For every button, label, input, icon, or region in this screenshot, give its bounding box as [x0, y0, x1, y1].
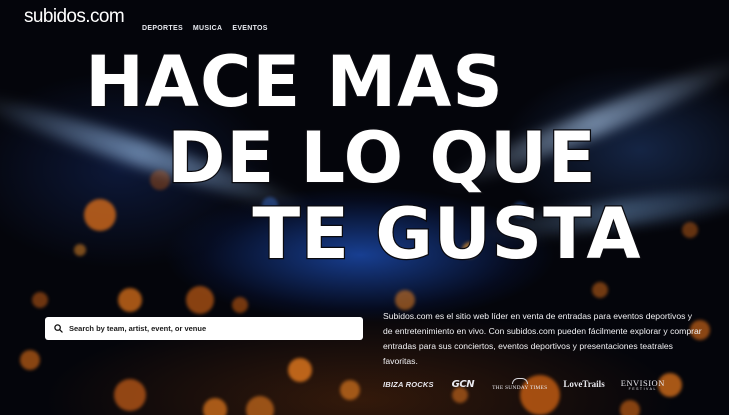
nav-item-musica[interactable]: MUSICA — [193, 25, 222, 32]
crest-icon — [511, 377, 528, 384]
bokeh-light — [20, 350, 40, 370]
search-input[interactable] — [69, 324, 359, 333]
partner-logos: IBIZA ROCKS GCN THE SUNDAY TIMES LoveTra… — [383, 376, 703, 392]
headline-line: HACE MAS — [84, 41, 504, 123]
bokeh-light — [186, 286, 214, 314]
search-icon — [54, 324, 63, 333]
partner-logo-sunday-times: THE SUNDAY TIMES — [492, 377, 548, 391]
bokeh-light — [203, 398, 227, 415]
nav-item-eventos[interactable]: EVENTOS — [232, 25, 267, 32]
site-description: Subidos.com es el sitio web líder en ven… — [383, 311, 702, 366]
hero-headline: HACE MAS DE LO QUE TE GUSTA — [0, 41, 729, 275]
nav-item-deportes[interactable]: DEPORTES — [142, 25, 183, 32]
search-bar[interactable] — [45, 317, 363, 340]
partner-logo-gcn: GCN — [451, 378, 475, 390]
bokeh-light — [288, 358, 312, 382]
headline-line: DE LO QUE — [166, 117, 597, 199]
bokeh-light — [246, 396, 274, 415]
bokeh-light — [232, 297, 248, 313]
main-nav: DEPORTES MUSICA EVENTOS — [142, 25, 268, 32]
bokeh-light — [114, 379, 146, 411]
bokeh-light — [340, 380, 360, 400]
site-logo[interactable]: subidos.com — [24, 6, 125, 28]
top-navigation: subidos.com DEPORTES MUSICA EVENTOS — [0, 0, 729, 40]
sunday-times-text: THE SUNDAY TIMES — [492, 384, 548, 391]
partner-logo-ibiza-rocks: IBIZA ROCKS — [383, 379, 434, 389]
envision-subtext: FESTIVAL — [628, 386, 657, 391]
bokeh-light — [32, 292, 48, 308]
partner-logo-love-trails: LoveTrails — [563, 379, 605, 389]
headline-line: TE GUSTA — [251, 193, 642, 275]
bokeh-light — [620, 400, 640, 415]
bokeh-light — [118, 288, 142, 312]
partner-logo-envision: ENVISION FESTIVAL — [621, 378, 665, 391]
bokeh-light — [395, 290, 415, 310]
bokeh-light — [592, 282, 608, 298]
